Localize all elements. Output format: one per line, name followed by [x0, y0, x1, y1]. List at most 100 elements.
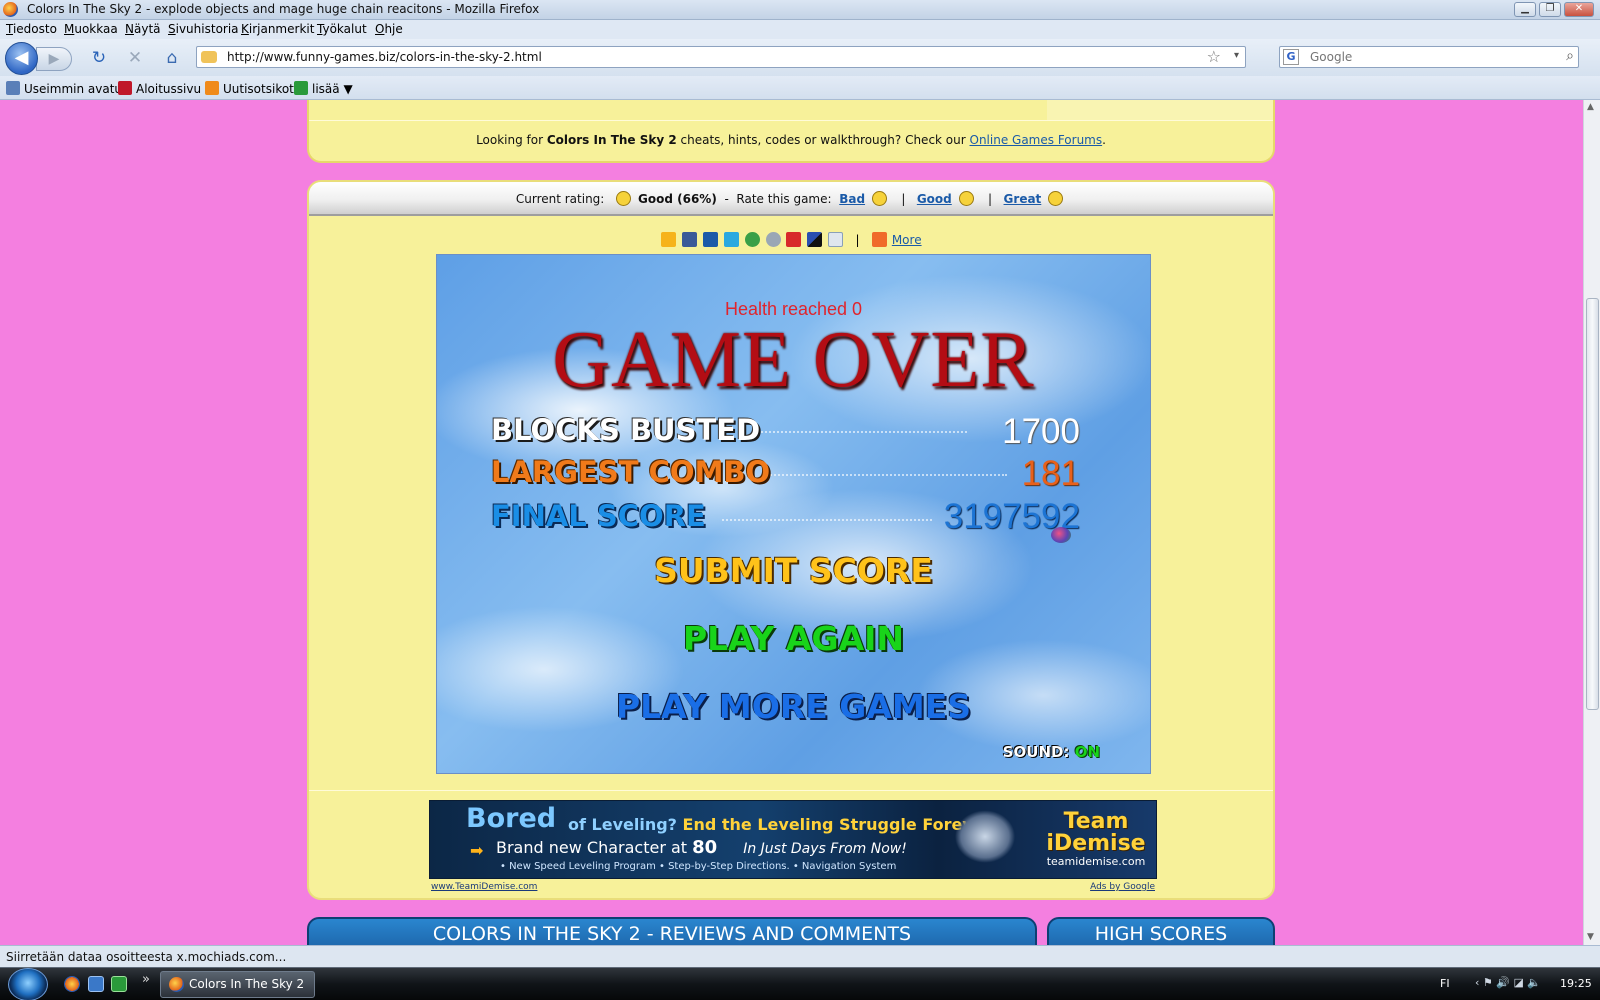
rating-bar: Current rating: Good (66%) - Rate this g… — [309, 182, 1273, 216]
firefox-icon — [169, 977, 184, 992]
start-button[interactable] — [8, 968, 48, 1000]
stumbleupon-icon[interactable] — [744, 232, 760, 247]
menu-edit[interactable]: Muokkaa — [64, 22, 118, 36]
taskbar-firefox-window[interactable]: Colors In The Sky 2 ... — [160, 971, 315, 1000]
scroll-down-icon[interactable]: ▼ — [1587, 932, 1594, 942]
online-games-forums-link[interactable]: Online Games Forums — [970, 133, 1103, 147]
bookmark-more[interactable]: lisää ▼ — [294, 81, 353, 96]
menu-help[interactable]: Ohje — [375, 22, 403, 36]
site-identity-icon[interactable] — [201, 51, 217, 63]
reviews-comments-header[interactable]: COLORS IN THE SKY 2 - REVIEWS AND COMMEN… — [307, 917, 1037, 945]
ad-url-link[interactable]: www.TeamiDemise.com — [431, 882, 537, 892]
minimize-button[interactable]: ▁ — [1514, 2, 1536, 17]
rate-label: Rate this game: — [736, 192, 832, 206]
windows-taskbar: » Colors In The Sky 2 ... FI ‹ ⚑ 🔊 ◪ 🔈 1… — [0, 967, 1600, 1000]
play-again-button[interactable]: PLAY AGAIN — [437, 619, 1150, 658]
current-rating-label: Current rating: — [515, 192, 605, 206]
ad-features: • New Speed Leveling Program • Step-by-S… — [500, 861, 897, 872]
sound-toggle[interactable]: SOUND: ON — [1003, 743, 1100, 761]
quicklaunch-more-icon[interactable]: » — [142, 972, 150, 987]
game-panel: Current rating: Good (66%) - Rate this g… — [307, 180, 1275, 900]
mixx-icon[interactable] — [786, 232, 802, 247]
rate-great-link[interactable]: Great — [1004, 192, 1042, 206]
puzzle-icon — [294, 81, 308, 95]
firefox-quicklaunch-icon[interactable] — [64, 976, 80, 992]
show-desktop-icon[interactable] — [88, 976, 104, 992]
search-engine-icon[interactable]: G — [1283, 49, 1299, 65]
reddit-icon[interactable] — [765, 232, 781, 247]
ad-knight-image — [930, 801, 1040, 878]
forward-button[interactable]: ▶ — [36, 47, 72, 71]
url-dropdown-icon[interactable]: ▾ — [1234, 50, 1239, 61]
taskbar-task-label: Colors In The Sky 2 ... — [189, 977, 305, 1000]
submit-score-button[interactable]: SUBMIT SCORE — [437, 551, 1150, 590]
status-text: Siirretään dataa osoitteesta x.mochiads.… — [6, 950, 287, 964]
ad-arrow-icon: ➡ — [470, 841, 484, 860]
stop-icon[interactable]: ✕ — [123, 47, 147, 69]
menu-tools[interactable]: Työkalut — [317, 22, 367, 36]
reload-icon[interactable]: ↻ — [87, 47, 111, 69]
facebook-icon[interactable] — [682, 232, 698, 247]
firefox-logo-icon — [3, 2, 18, 17]
rate-good-link[interactable]: Good — [917, 192, 952, 206]
thumbs-up-face-icon[interactable] — [958, 191, 974, 206]
menu-view[interactable]: Näytä — [125, 22, 161, 36]
url-bar[interactable]: http://www.funny-games.biz/colors-in-the… — [196, 46, 1246, 68]
window-title: Colors In The Sky 2 - explode objects an… — [27, 2, 540, 16]
menu-history[interactable]: Sivuhistoria — [168, 22, 239, 36]
page-icon — [6, 81, 20, 95]
blocks-busted-value: 1700 — [1002, 412, 1080, 451]
search-bar[interactable]: G ⌕ — [1279, 46, 1579, 68]
search-input[interactable] — [1310, 49, 1540, 65]
ad-bored-text: Bored — [466, 803, 557, 834]
sidebar-cell — [1047, 100, 1273, 120]
app-quicklaunch-icon[interactable] — [111, 976, 127, 992]
restore-button[interactable]: ❐ — [1539, 2, 1561, 17]
blocks-busted-label: BLOCKS BUSTED — [491, 413, 761, 447]
play-more-games-button[interactable]: PLAY MORE GAMES — [437, 687, 1150, 726]
bookmark-home-page[interactable]: Aloitussivu — [118, 81, 201, 96]
ad-banner[interactable]: Bored of Leveling? End the Leveling Stru… — [429, 800, 1157, 879]
status-bar: Siirretään dataa osoitteesta x.mochiads.… — [0, 945, 1600, 967]
bookmarks-toolbar: Useimmin avatut Aloitussivu Uutisotsikot… — [0, 76, 1600, 100]
share-bar: | More — [309, 232, 1273, 247]
largest-combo-value: 181 — [1021, 454, 1080, 493]
language-indicator[interactable]: FI — [1440, 977, 1450, 990]
two-thumbs-up-face-icon[interactable] — [1048, 191, 1064, 206]
share-more-link[interactable]: More — [892, 233, 922, 247]
scrollbar-thumb[interactable] — [1586, 298, 1599, 710]
menu-bookmarks[interactable]: Kirjanmerkit — [241, 22, 314, 36]
high-scores-header[interactable]: HIGH SCORES — [1047, 917, 1275, 945]
myspace-icon[interactable] — [703, 232, 719, 247]
current-rating-value: Good (66%) — [638, 192, 717, 206]
back-button[interactable]: ◀ — [5, 42, 38, 75]
bookmark-star-icon[interactable]: ☆ — [1207, 47, 1221, 66]
sound-label: SOUND: — [1002, 743, 1070, 761]
email-icon[interactable] — [828, 232, 844, 247]
url-text[interactable]: http://www.funny-games.biz/colors-in-the… — [227, 50, 542, 64]
clock[interactable]: 19:25 — [1560, 977, 1592, 990]
scroll-up-icon[interactable]: ▲ — [1587, 102, 1594, 112]
menu-file[interactable]: Tiedosto — [6, 22, 57, 36]
forum-panel: Looking for Colors In The Sky 2 cheats, … — [307, 100, 1275, 163]
close-button[interactable]: ✕ — [1564, 2, 1594, 17]
page-viewport: Looking for Colors In The Sky 2 cheats, … — [0, 100, 1583, 945]
system-tray-icons[interactable]: ‹ ⚑ 🔊 ◪ 🔈 — [1475, 976, 1541, 989]
smiley-icon — [616, 191, 632, 206]
ads-by-google-link[interactable]: Ads by Google — [1090, 882, 1155, 892]
share-more-icon[interactable] — [872, 232, 887, 247]
game-canvas[interactable]: Health reached 0 GAME OVER BLOCKS BUSTED… — [436, 254, 1151, 774]
favorite-icon[interactable] — [661, 232, 677, 247]
home-icon[interactable]: ⌂ — [160, 47, 184, 69]
sad-face-icon[interactable] — [871, 191, 887, 206]
bookmark-most-visited[interactable]: Useimmin avatut — [6, 81, 127, 96]
title-bar: Colors In The Sky 2 - explode objects an… — [0, 0, 1600, 20]
search-icon[interactable]: ⌕ — [1566, 48, 1574, 64]
rate-bad-link[interactable]: Bad — [839, 192, 865, 206]
twitter-icon[interactable] — [723, 232, 739, 247]
ad-brand: Team iDemise teamidemise.com — [1046, 809, 1146, 869]
ad-subline: Brand new Character at 80 In Just Days Fr… — [496, 837, 907, 858]
vertical-scrollbar[interactable]: ▲ ▼ — [1583, 100, 1600, 945]
delicious-icon[interactable] — [807, 232, 823, 247]
bookmark-news-feeds[interactable]: Uutisotsikot — [205, 81, 294, 96]
